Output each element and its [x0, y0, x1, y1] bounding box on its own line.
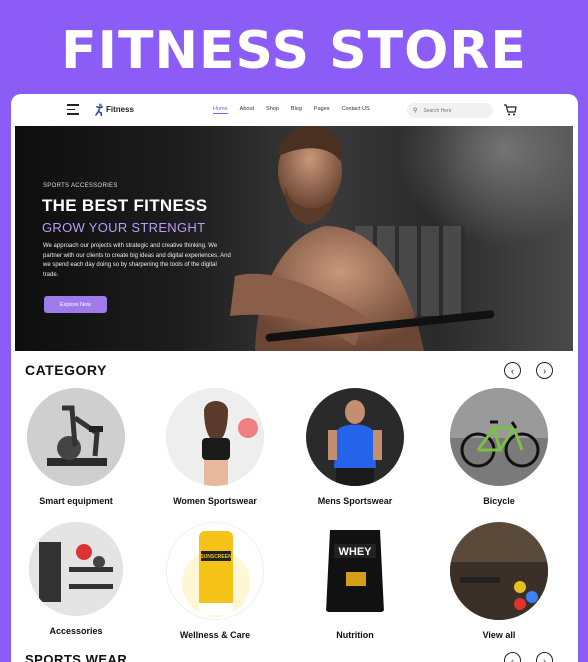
bicycle-image: [450, 388, 548, 486]
smart-equipment-image: [27, 388, 125, 486]
banner-title: FITNESS STORE: [61, 21, 527, 81]
nav-link-blog[interactable]: Blog: [291, 106, 302, 114]
category-label: Accessories: [49, 626, 103, 636]
search-icon[interactable]: ⚲: [413, 107, 417, 114]
category-label: Bicycle: [483, 496, 515, 506]
category-label: Nutrition: [336, 630, 374, 640]
svg-text:SUNSCREEN: SUNSCREEN: [200, 554, 232, 560]
hero-description: We approach our projects with strategic …: [43, 243, 231, 278]
search-box[interactable]: ⚲: [407, 103, 493, 118]
category-label: Wellness & Care: [179, 630, 251, 640]
website-preview: Fitness Home About Shop Blog Pages Conta…: [11, 94, 578, 662]
cart-icon[interactable]: [503, 103, 517, 117]
sportswear-title: SPORTS WEAR: [25, 652, 128, 662]
category-label: Women Sportswear: [173, 496, 257, 506]
hero-title: THE BEST FITNESS: [42, 196, 208, 215]
sportswear-prev-button[interactable]: ‹: [504, 652, 521, 662]
hero-athlete-image: [230, 126, 424, 351]
logo-text: Fitness: [106, 105, 135, 114]
nav-link-pages[interactable]: Pages: [314, 106, 330, 114]
nav-link-home[interactable]: Home: [213, 106, 228, 114]
nutrition-image: WHEY: [306, 522, 404, 620]
category-label: Smart equipment: [39, 496, 113, 506]
category-card[interactable]: WHEY Nutrition: [300, 522, 410, 640]
category-label: Mens Sportswear: [317, 496, 393, 506]
category-card[interactable]: Mens Sportswear: [300, 388, 410, 506]
category-label: View all: [482, 630, 516, 640]
svg-text:WHEY: WHEY: [339, 546, 373, 558]
main-menu: Home About Shop Blog Pages Contact US: [213, 106, 370, 114]
nav-link-contact[interactable]: Contact US: [342, 106, 370, 114]
hero-banner: SPORTS ACCESSORIES THE BEST FITNESS GROW…: [15, 126, 573, 351]
category-card[interactable]: SUNSCREEN Wellness & Care: [160, 522, 270, 640]
category-title: CATEGORY: [25, 362, 107, 378]
category-prev-button[interactable]: ‹: [504, 362, 521, 379]
logo[interactable]: Fitness: [95, 103, 134, 116]
hero-kicker: SPORTS ACCESSORIES: [43, 183, 118, 189]
runner-logo-icon: [95, 103, 103, 116]
top-navigation: Fitness Home About Shop Blog Pages Conta…: [11, 94, 578, 126]
nav-link-about[interactable]: About: [240, 106, 254, 114]
hero-subtitle: GROW YOUR STRENGHT: [42, 220, 206, 235]
wellness-care-image: SUNSCREEN: [166, 522, 264, 620]
sportswear-next-button[interactable]: ›: [536, 652, 553, 662]
category-card[interactable]: View all: [444, 522, 554, 640]
explore-now-button[interactable]: Explore Now: [44, 296, 107, 313]
category-card[interactable]: Women Sportswear: [160, 388, 270, 506]
category-card[interactable]: Accessories: [21, 522, 131, 636]
category-card[interactable]: Bicycle: [444, 388, 554, 506]
nav-link-shop[interactable]: Shop: [266, 106, 279, 114]
category-next-button[interactable]: ›: [536, 362, 553, 379]
view-all-image: [450, 522, 548, 620]
category-card[interactable]: Smart equipment: [21, 388, 131, 506]
hamburger-menu-icon[interactable]: [67, 104, 79, 115]
mens-sportswear-image: [306, 388, 404, 486]
women-sportswear-image: [166, 388, 264, 486]
search-input[interactable]: [423, 107, 484, 114]
accessories-image: [29, 522, 123, 616]
